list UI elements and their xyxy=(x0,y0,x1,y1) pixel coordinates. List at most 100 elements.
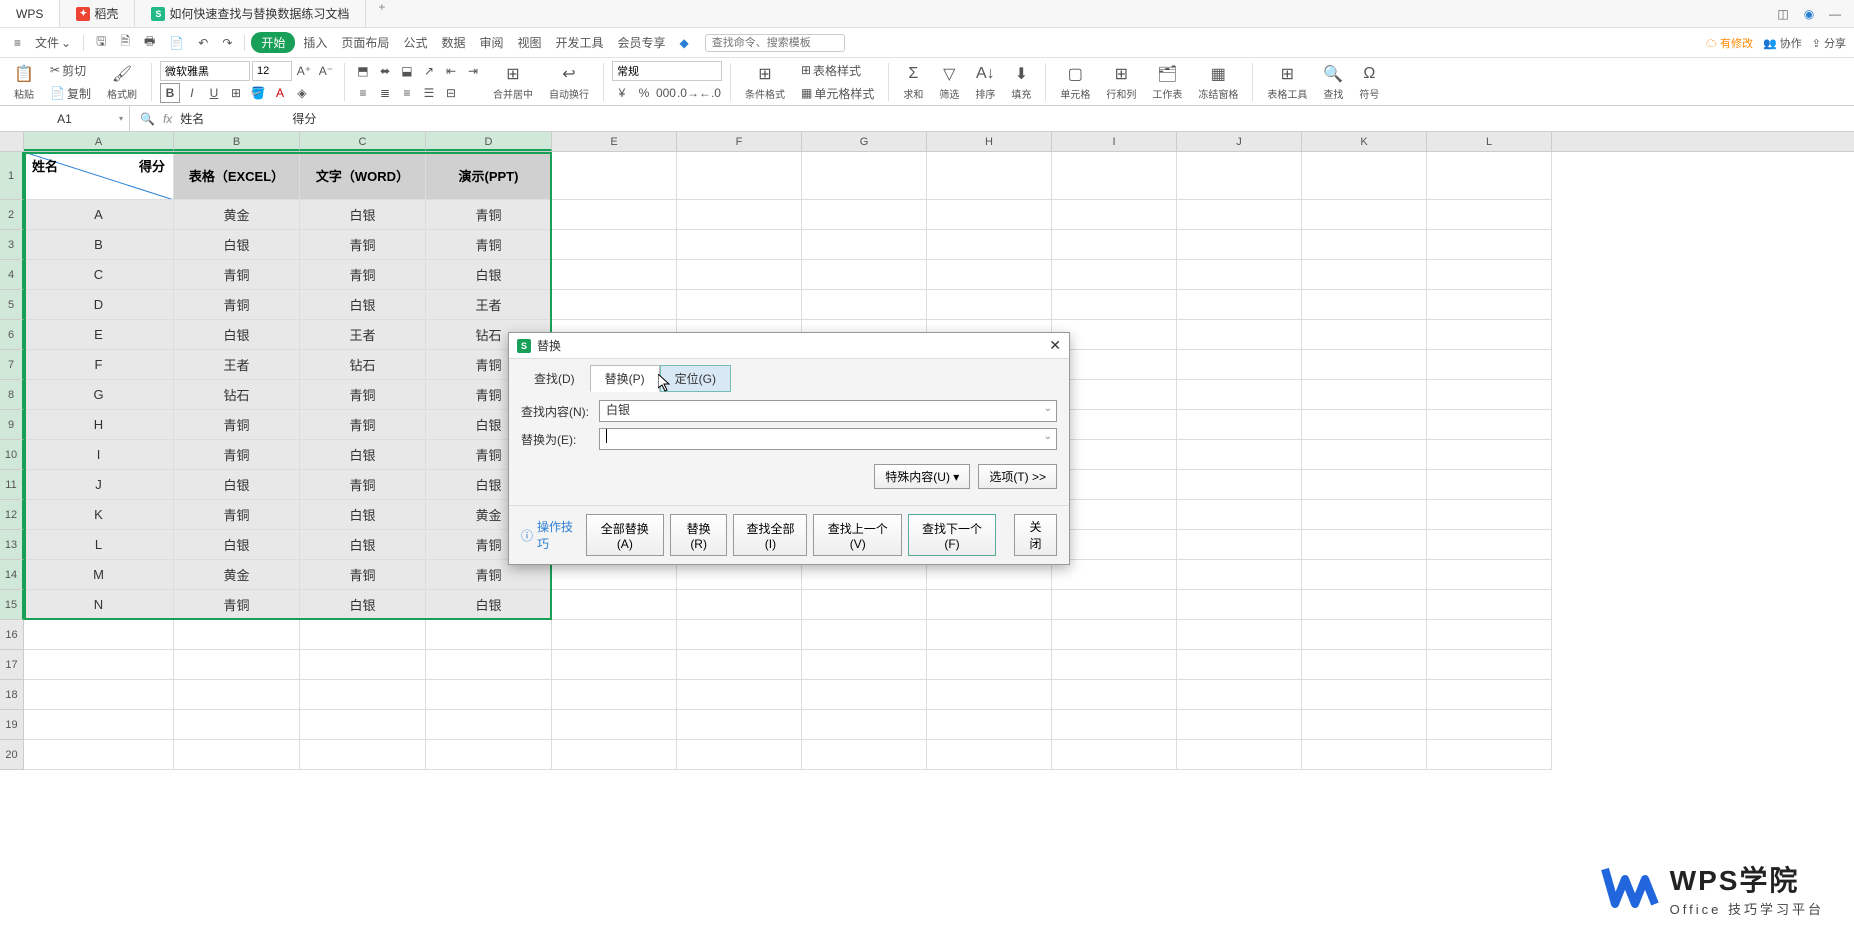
cell-empty[interactable] xyxy=(927,152,1052,200)
currency-icon[interactable]: ¥ xyxy=(612,83,632,103)
font-size-select[interactable] xyxy=(252,61,292,81)
table-cell[interactable]: J xyxy=(24,470,174,500)
col-header-D[interactable]: D xyxy=(426,132,552,151)
user-icon[interactable]: ◉ xyxy=(1800,5,1818,23)
indent-inc-icon[interactable]: ⇥ xyxy=(463,61,483,81)
cell-empty[interactable] xyxy=(552,590,677,620)
cell-empty[interactable] xyxy=(1427,350,1552,380)
cell-empty[interactable] xyxy=(300,680,426,710)
cell-empty[interactable] xyxy=(1052,500,1177,530)
row-header-6[interactable]: 6 xyxy=(0,320,24,350)
cell-empty[interactable] xyxy=(1427,530,1552,560)
freeze-button[interactable]: ▦冻结窗格 xyxy=(1192,62,1244,101)
row-header-18[interactable]: 18 xyxy=(0,680,24,710)
cell-empty[interactable] xyxy=(1052,590,1177,620)
cell-empty[interactable] xyxy=(1302,530,1427,560)
cell-empty[interactable] xyxy=(300,710,426,740)
cell-empty[interactable] xyxy=(927,230,1052,260)
cell-empty[interactable] xyxy=(1177,530,1302,560)
cell-empty[interactable] xyxy=(1302,740,1427,770)
table-cell[interactable]: 白银 xyxy=(426,260,552,290)
cell-empty[interactable] xyxy=(426,620,552,650)
cell-empty[interactable] xyxy=(426,740,552,770)
cell-empty[interactable] xyxy=(552,740,677,770)
cell-empty[interactable] xyxy=(300,740,426,770)
table-cell[interactable]: 白银 xyxy=(300,590,426,620)
cell-empty[interactable] xyxy=(1302,350,1427,380)
cell-empty[interactable] xyxy=(1177,440,1302,470)
row-header-11[interactable]: 11 xyxy=(0,470,24,500)
merge-button[interactable]: ⊞合并居中 xyxy=(487,62,539,101)
orientation-icon[interactable]: ↗ xyxy=(419,61,439,81)
cond-format-button[interactable]: ⊞条件格式 xyxy=(739,62,791,101)
share-button[interactable]: ⇪ 分享 xyxy=(1812,35,1846,51)
tab-find[interactable]: 查找(D) xyxy=(519,365,590,392)
cell-empty[interactable] xyxy=(1427,260,1552,290)
cell-empty[interactable] xyxy=(552,260,677,290)
replace-all-button[interactable]: 全部替换(A) xyxy=(586,514,664,556)
cell-empty[interactable] xyxy=(1427,230,1552,260)
cell-empty[interactable] xyxy=(927,710,1052,740)
menu-formula[interactable]: 公式 xyxy=(397,32,433,53)
cell-empty[interactable] xyxy=(1177,680,1302,710)
cell-empty[interactable] xyxy=(802,230,927,260)
shrink-font-icon[interactable]: A⁻ xyxy=(316,61,336,81)
cell-style-button[interactable]: ▦ 单元格样式 xyxy=(795,83,880,104)
cell-empty[interactable] xyxy=(1427,320,1552,350)
save-icon[interactable]: 🖫 xyxy=(90,30,112,55)
row-header-20[interactable]: 20 xyxy=(0,740,24,770)
cell-empty[interactable] xyxy=(1302,410,1427,440)
cell-empty[interactable] xyxy=(1427,680,1552,710)
cell-empty[interactable] xyxy=(1052,350,1177,380)
cell-empty[interactable] xyxy=(802,260,927,290)
cell-empty[interactable] xyxy=(1427,500,1552,530)
table-cell[interactable]: 青铜 xyxy=(300,470,426,500)
cell-C1[interactable]: 文字（WORD） xyxy=(300,152,426,200)
table-cell[interactable]: 白银 xyxy=(300,440,426,470)
cell-empty[interactable] xyxy=(552,230,677,260)
col-header-I[interactable]: I xyxy=(1052,132,1177,151)
menu-file[interactable]: 文件 ⌄ xyxy=(29,32,77,53)
cell-empty[interactable] xyxy=(174,620,300,650)
percent-icon[interactable]: % xyxy=(634,83,654,103)
table-cell[interactable]: 黄金 xyxy=(174,200,300,230)
table-cell[interactable]: M xyxy=(24,560,174,590)
print-icon[interactable]: 🖶 xyxy=(138,30,161,55)
cell-empty[interactable] xyxy=(677,290,802,320)
table-cell[interactable]: 青铜 xyxy=(174,440,300,470)
table-cell[interactable]: 青铜 xyxy=(300,260,426,290)
cell-empty[interactable] xyxy=(552,620,677,650)
table-cell[interactable]: 青铜 xyxy=(174,500,300,530)
cell-button[interactable]: ▢单元格 xyxy=(1054,62,1096,101)
justify-icon[interactable]: ☰ xyxy=(419,83,439,103)
cell-empty[interactable] xyxy=(1427,380,1552,410)
find-next-button[interactable]: 查找下一个(F) xyxy=(908,514,996,556)
cell-empty[interactable] xyxy=(802,650,927,680)
cell-empty[interactable] xyxy=(927,620,1052,650)
cell-empty[interactable] xyxy=(1427,152,1552,200)
cell-empty[interactable] xyxy=(1302,320,1427,350)
dialog-titlebar[interactable]: S 替换 ✕ xyxy=(509,333,1069,359)
cell-empty[interactable] xyxy=(300,650,426,680)
table-cell[interactable]: 青铜 xyxy=(426,230,552,260)
window-badge-icon[interactable]: ◫ xyxy=(1774,5,1792,23)
grow-font-icon[interactable]: A⁺ xyxy=(294,61,314,81)
menu-start[interactable]: 开始 xyxy=(251,32,295,53)
saveas-icon[interactable]: 🗎 xyxy=(114,30,136,55)
table-cell[interactable]: N xyxy=(24,590,174,620)
worksheet-button[interactable]: 🗂工作表 xyxy=(1146,62,1188,101)
cell-empty[interactable] xyxy=(426,680,552,710)
cell-empty[interactable] xyxy=(677,152,802,200)
cell-empty[interactable] xyxy=(802,152,927,200)
cell-empty[interactable] xyxy=(174,710,300,740)
col-header-E[interactable]: E xyxy=(552,132,677,151)
cell-empty[interactable] xyxy=(1302,470,1427,500)
cell-empty[interactable] xyxy=(927,260,1052,290)
italic-button[interactable]: I xyxy=(182,83,202,103)
cell-empty[interactable] xyxy=(1177,410,1302,440)
row-header-19[interactable]: 19 xyxy=(0,710,24,740)
table-cell[interactable]: 白银 xyxy=(300,290,426,320)
fill-button[interactable]: ⬇填充 xyxy=(1005,62,1037,101)
table-style-button[interactable]: ⊞ 表格样式 xyxy=(795,60,880,81)
cell-empty[interactable] xyxy=(1302,200,1427,230)
